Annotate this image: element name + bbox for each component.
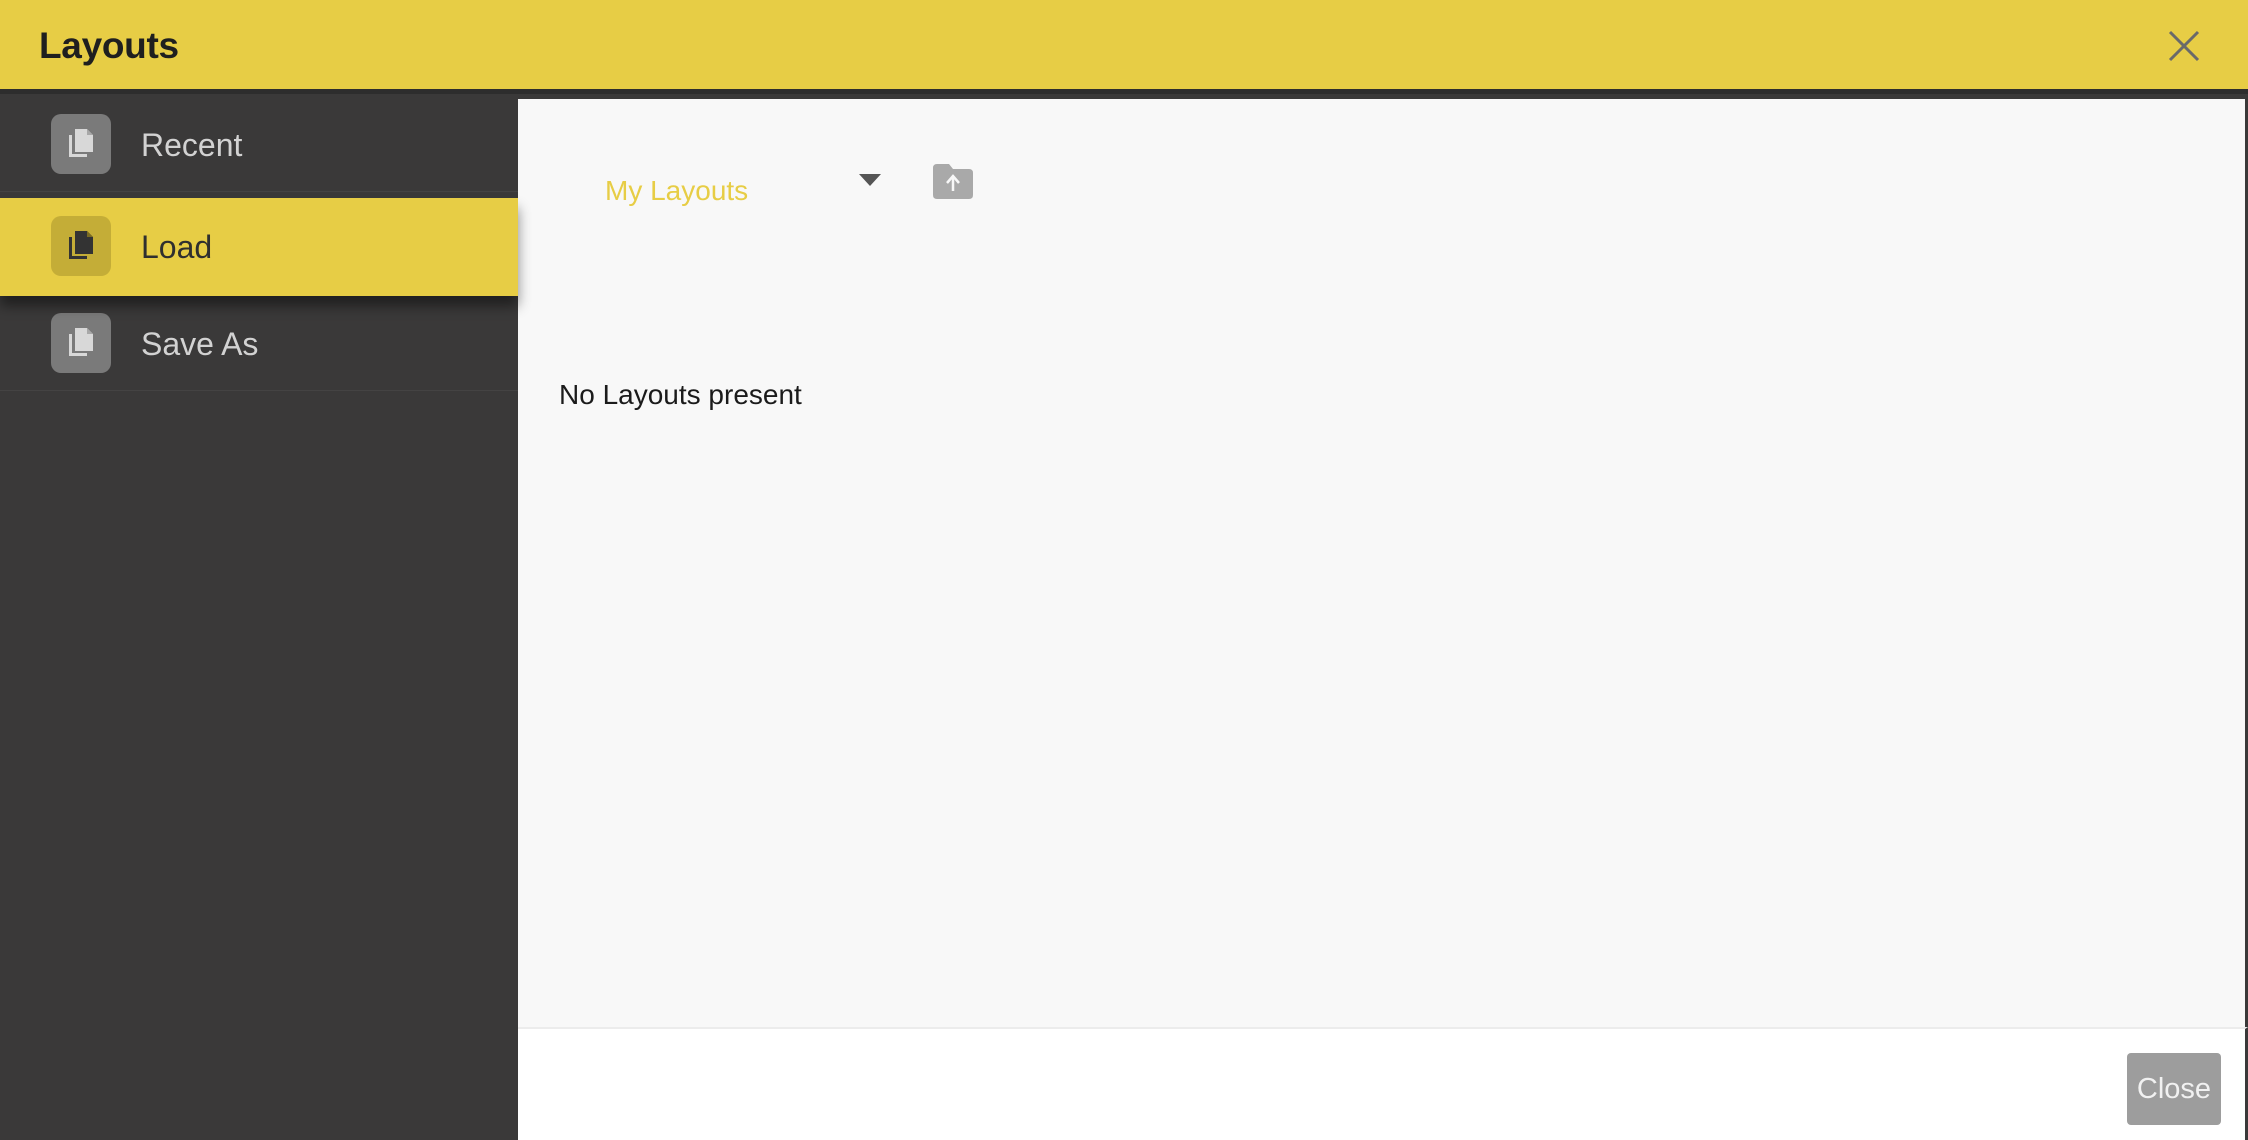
- close-icon[interactable]: [2164, 26, 2204, 66]
- sidebar-item-load[interactable]: Load: [0, 198, 518, 296]
- sidebar-item-label: Save As: [141, 326, 259, 362]
- dialog-title: Layouts: [39, 25, 179, 66]
- chevron-down-icon[interactable]: [859, 174, 881, 186]
- sidebar-item-recent[interactable]: Recent: [0, 94, 518, 192]
- folder-upload-icon[interactable]: [931, 161, 975, 201]
- dialog-header: Layouts: [0, 0, 2248, 94]
- layout-source-value: My Layouts: [605, 175, 749, 206]
- sidebar: Recent Load Save As: [0, 94, 518, 1140]
- copy-documents-icon: [51, 216, 111, 276]
- close-button[interactable]: Close: [2127, 1053, 2221, 1125]
- main-panel: My Layouts No Layouts present: [518, 99, 2248, 1027]
- sidebar-item-label: Recent: [141, 127, 243, 163]
- sidebar-item-label: Load: [141, 229, 213, 265]
- sidebar-item-save-as[interactable]: Save As: [0, 293, 518, 391]
- layouts-dialog: Layouts Recent Load Save As My Layouts N…: [0, 0, 2248, 1140]
- copy-documents-icon: [51, 313, 111, 373]
- empty-state-message: No Layouts present: [559, 379, 802, 410]
- copy-documents-icon: [51, 114, 111, 174]
- dialog-footer: Close: [518, 1027, 2248, 1140]
- layout-source-select[interactable]: My Layouts: [587, 159, 887, 219]
